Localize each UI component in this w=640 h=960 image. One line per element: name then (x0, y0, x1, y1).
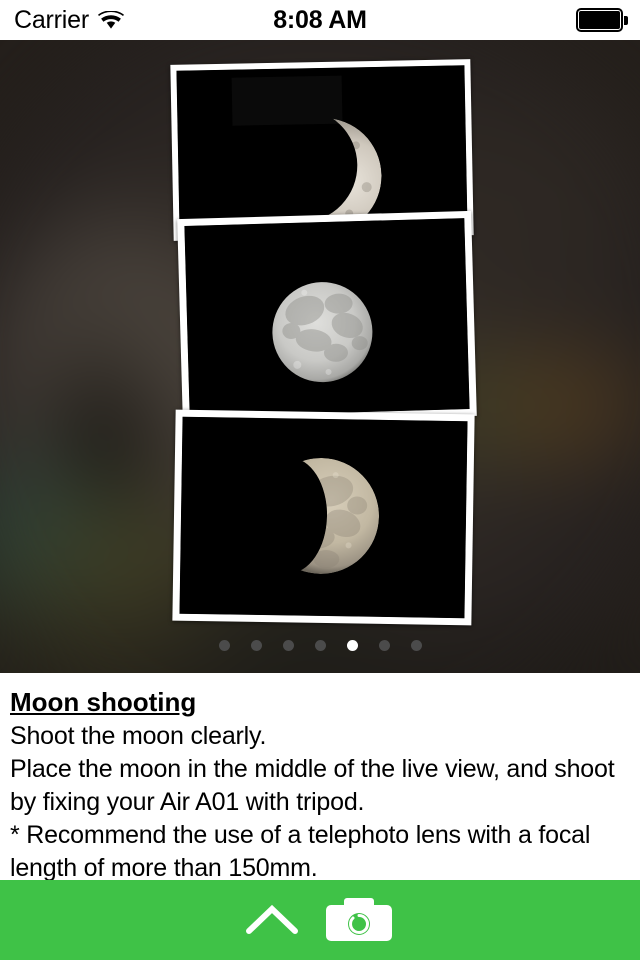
photo-crescent-moon-image (176, 65, 468, 236)
photo-full-moon[interactable] (177, 210, 477, 425)
page-dot-1[interactable] (218, 639, 230, 651)
description-panel: Moon shooting Shoot the moon clearly. Pl… (0, 673, 640, 882)
page-dot-4[interactable] (314, 639, 326, 651)
page-dot-6[interactable] (378, 639, 390, 651)
clock-label: 8:08 AM (273, 5, 367, 34)
full-moon-graphic (184, 218, 470, 417)
status-bar-right (576, 0, 628, 40)
camera-button[interactable] (320, 889, 398, 951)
page-dot-7[interactable] (410, 639, 422, 651)
description-line-3: * Recommend the use of a telephoto lens … (10, 820, 591, 882)
expand-up-button[interactable] (242, 890, 302, 950)
page-dot-2[interactable] (250, 639, 262, 651)
crescent-moon-graphic (176, 65, 468, 236)
camera-icon (323, 891, 395, 950)
description-line-2: Place the moon in the middle of the live… (10, 754, 615, 816)
description-title: Moon shooting (10, 687, 197, 717)
bottom-toolbar (0, 880, 640, 960)
status-bar-center: 8:08 AM (0, 0, 640, 40)
page-dot-3[interactable] (282, 639, 294, 651)
status-bar: Carrier 8:08 AM (0, 0, 640, 40)
photo-gibbous-moon-image (179, 416, 468, 619)
photo-carousel[interactable] (0, 40, 640, 673)
chevron-up-icon (246, 902, 298, 939)
photo-gibbous-moon[interactable] (172, 409, 475, 626)
gibbous-moon-graphic (179, 416, 468, 619)
photo-full-moon-image (184, 218, 470, 417)
app-root: Carrier 8:08 AM Moon shooting Shoot the … (0, 0, 640, 960)
page-indicator[interactable] (0, 630, 640, 660)
description-line-1: Shoot the moon clearly. (10, 721, 267, 750)
description-body: Shoot the moon clearly. Place the moon i… (10, 720, 630, 885)
page-dot-5[interactable] (346, 639, 358, 651)
battery-full-icon (576, 8, 628, 32)
